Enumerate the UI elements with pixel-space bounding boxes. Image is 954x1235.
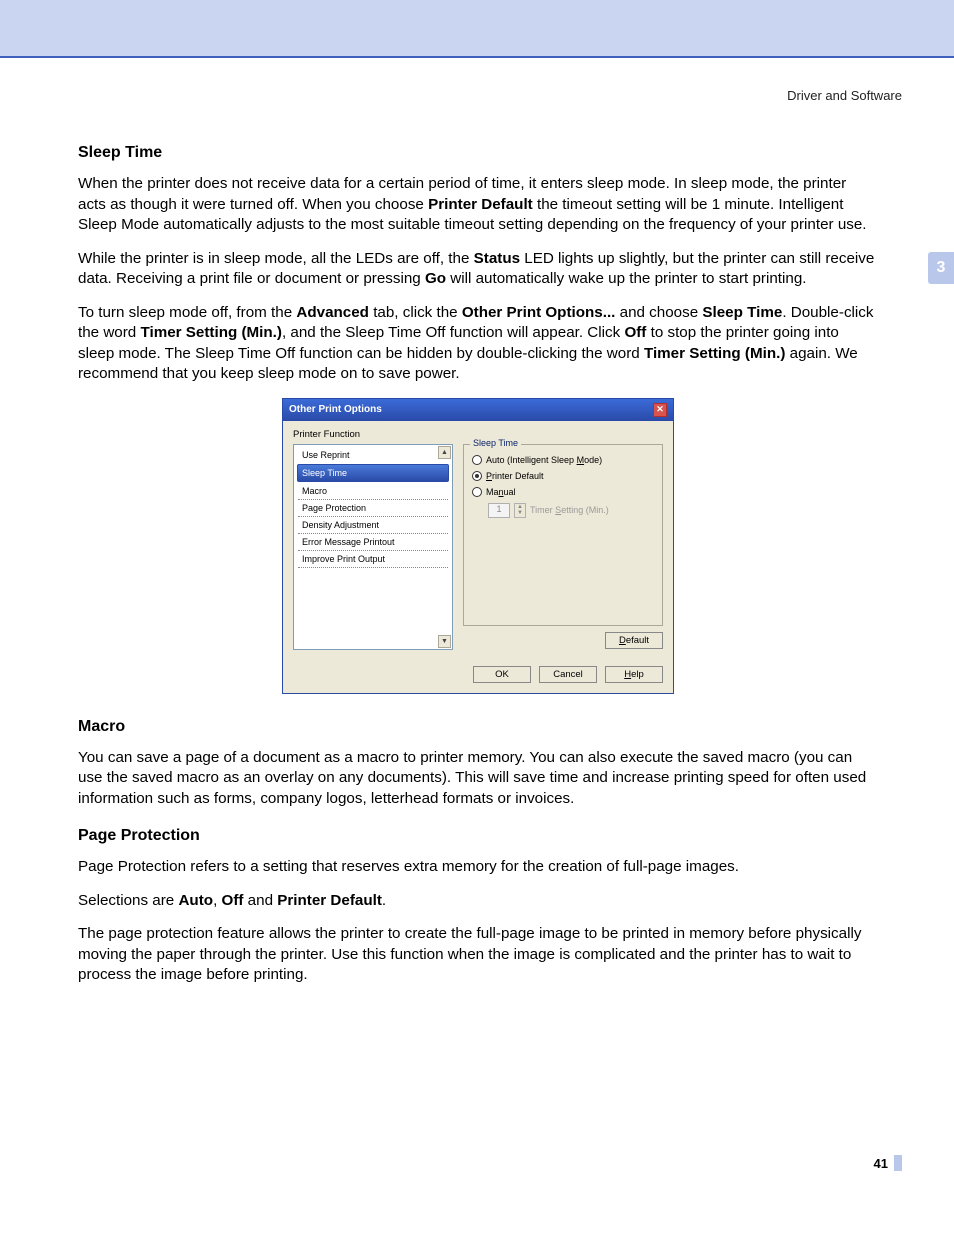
- text: will automatically wake up the printer t…: [446, 270, 806, 287]
- chapter-tab: 3: [928, 252, 954, 284]
- page-content: Sleep Time When the printer does not rec…: [78, 140, 878, 999]
- sleep-time-group: Sleep Time Auto (Intelligent Sleep Mode)…: [463, 444, 663, 626]
- text: and: [243, 892, 277, 909]
- list-item-improve-print-output[interactable]: Improve Print Output: [298, 551, 448, 568]
- text: While the printer is in sleep mode, all …: [78, 250, 474, 267]
- page-number-decoration: [894, 1155, 902, 1171]
- radio-printer-default[interactable]: Printer Default: [472, 471, 654, 481]
- list-item-density-adjustment[interactable]: Density Adjustment: [298, 517, 448, 534]
- text-bold: Off: [624, 324, 646, 341]
- list-item-error-message-printout[interactable]: Error Message Printout: [298, 534, 448, 551]
- sleep-time-para-3: To turn sleep mode off, from the Advance…: [78, 303, 878, 385]
- list-item-use-reprint[interactable]: Use Reprint: [298, 447, 448, 463]
- page-top-band: [0, 0, 954, 56]
- text-bold: Auto: [178, 892, 213, 909]
- dialog-title: Other Print Options: [289, 404, 382, 415]
- radio-manual[interactable]: Manual: [472, 487, 654, 497]
- page-top-rule: [0, 56, 954, 58]
- default-button[interactable]: Default: [605, 632, 663, 649]
- list-item-page-protection[interactable]: Page Protection: [298, 500, 448, 517]
- radio-label: Auto (Intelligent Sleep Mode): [486, 455, 602, 465]
- text-bold: Timer Setting (Min.): [140, 324, 281, 341]
- sleep-time-para-1: When the printer does not receive data f…: [78, 174, 878, 236]
- text: , and the Sleep Time Off function will a…: [282, 324, 624, 341]
- ok-button[interactable]: OK: [473, 666, 531, 683]
- text-bold: Printer Default: [277, 892, 382, 909]
- scroll-up-icon[interactable]: ▲: [438, 446, 451, 459]
- text-bold: Status: [474, 250, 520, 267]
- breadcrumb: Driver and Software: [787, 88, 902, 103]
- printer-function-list[interactable]: ▲ Use Reprint Sleep Time Macro Page Prot…: [293, 444, 453, 650]
- help-button[interactable]: Help: [605, 666, 663, 683]
- page-number-value: 41: [874, 1156, 894, 1171]
- timer-label: Timer Setting (Min.): [530, 505, 609, 515]
- text-bold: Go: [425, 270, 446, 287]
- radio-label: Printer Default: [486, 471, 544, 481]
- text-bold: Sleep Time: [702, 304, 782, 321]
- text-bold: Printer Default: [428, 196, 533, 213]
- macro-para: You can save a page of a document as a m…: [78, 748, 878, 810]
- radio-label: Manual: [486, 487, 516, 497]
- page-protection-para-1: Page Protection refers to a setting that…: [78, 857, 878, 878]
- text-bold: Off: [222, 892, 244, 909]
- text: To turn sleep mode off, from the: [78, 304, 296, 321]
- text-bold: Timer Setting (Min.): [644, 345, 785, 362]
- list-item-macro[interactable]: Macro: [298, 483, 448, 500]
- group-title: Sleep Time: [470, 438, 521, 448]
- radio-icon: [472, 455, 482, 465]
- heading-macro: Macro: [78, 718, 878, 736]
- close-icon[interactable]: ✕: [653, 403, 667, 417]
- dialog-title-bar: Other Print Options ✕: [283, 399, 673, 421]
- heading-page-protection: Page Protection: [78, 827, 878, 845]
- list-item-sleep-time[interactable]: Sleep Time: [297, 464, 449, 482]
- page-number: 41: [874, 1155, 902, 1171]
- cancel-button[interactable]: Cancel: [539, 666, 597, 683]
- text-bold: Other Print Options...: [462, 304, 616, 321]
- timer-spinner[interactable]: ▲▼: [514, 503, 526, 518]
- timer-setting-row: 1 ▲▼ Timer Setting (Min.): [488, 503, 654, 518]
- dialog-other-print-options: Other Print Options ✕ Printer Function ▲…: [282, 398, 674, 694]
- radio-icon: [472, 471, 482, 481]
- text: .: [382, 892, 386, 909]
- text: ,: [213, 892, 221, 909]
- text: and choose: [615, 304, 702, 321]
- radio-icon: [472, 487, 482, 497]
- page-protection-para-2: Selections are Auto, Off and Printer Def…: [78, 891, 878, 912]
- heading-sleep-time: Sleep Time: [78, 144, 878, 162]
- scroll-down-icon[interactable]: ▼: [438, 635, 451, 648]
- timer-input[interactable]: 1: [488, 503, 510, 518]
- sleep-time-para-2: While the printer is in sleep mode, all …: [78, 249, 878, 290]
- text-bold: Advanced: [296, 304, 369, 321]
- radio-auto[interactable]: Auto (Intelligent Sleep Mode): [472, 455, 654, 465]
- page-protection-para-3: The page protection feature allows the p…: [78, 924, 878, 986]
- text: Selections are: [78, 892, 178, 909]
- text: tab, click the: [369, 304, 462, 321]
